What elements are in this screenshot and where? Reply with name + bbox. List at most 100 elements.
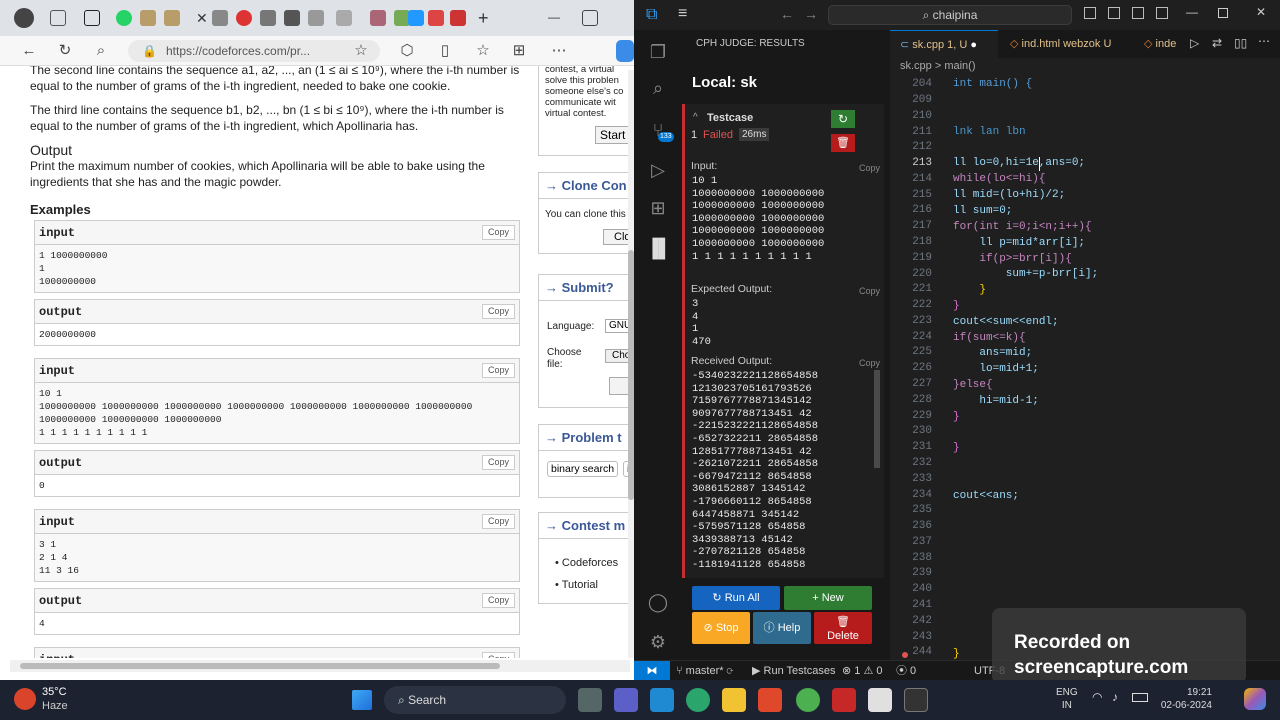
close-icon[interactable]: ✕ [1256, 5, 1266, 19]
favorites-icon[interactable]: ☆ [472, 40, 494, 62]
refresh-icon[interactable]: ↻ [54, 40, 76, 62]
terminal-icon[interactable] [904, 688, 928, 712]
remote-icon[interactable]: ⧓ [634, 661, 670, 681]
tab-icon[interactable] [370, 10, 386, 26]
explorer-icon[interactable]: ❐ [646, 40, 670, 64]
layout-panel-icon[interactable] [1108, 7, 1120, 19]
file-explorer-icon[interactable] [722, 688, 746, 712]
extensions-icon[interactable]: ⊞ [646, 196, 670, 220]
stop-button[interactable]: ⊘ Stop [692, 612, 750, 644]
task-view-icon[interactable] [578, 688, 602, 712]
app-icon[interactable] [758, 688, 782, 712]
copilot-icon[interactable] [616, 40, 634, 62]
nav-forward-icon[interactable]: → [804, 6, 818, 22]
received-output[interactable]: -5340232221128654858 1213023705161793526… [692, 370, 818, 572]
tab-icon[interactable] [450, 10, 466, 26]
search-icon[interactable]: ⌕ [90, 40, 112, 62]
split-editor-icon[interactable]: ▯▯ [1234, 36, 1247, 50]
run-debug-icon[interactable]: ▷ [646, 158, 670, 182]
minimize-icon[interactable]: — [548, 10, 564, 26]
testcase-input[interactable]: 10 1 1000000000 1000000000 1000000000 10… [692, 175, 824, 263]
expected-output[interactable]: 3 4 1 470 [692, 298, 711, 348]
maximize-icon[interactable] [582, 10, 598, 26]
back-icon[interactable]: ← [18, 40, 40, 62]
copy-button[interactable]: Copy [481, 593, 515, 608]
account-icon[interactable]: ◯ [646, 590, 670, 614]
copy-button[interactable]: Copy [481, 304, 515, 319]
weather-widget[interactable]: 35°C Haze [14, 684, 104, 716]
run-all-button[interactable]: ↻ Run All [692, 586, 780, 610]
problems-status[interactable]: ⊗ 1 ⚠ 0 [842, 661, 882, 681]
collections-icon[interactable]: ⊞ [508, 40, 530, 62]
delete-button[interactable]: 🗑 Delete [814, 612, 872, 644]
maximize-icon[interactable] [1218, 8, 1228, 18]
link-tutorial[interactable]: • Tutorial [549, 573, 604, 597]
layout-sidebar-icon[interactable] [1084, 7, 1096, 19]
tab-icon[interactable] [140, 10, 156, 26]
favorite-icon[interactable]: ☆ [350, 40, 372, 62]
tab-icon[interactable] [164, 10, 180, 26]
tab-icon[interactable] [284, 10, 300, 26]
tab-icon[interactable] [408, 10, 424, 26]
manage-gear-icon[interactable]: ⚙ [646, 630, 670, 654]
copy-button[interactable]: Copy [481, 225, 515, 240]
copy-input-button[interactable]: Copy [859, 163, 880, 173]
language-indicator[interactable]: ENG IN [1056, 686, 1078, 712]
ports-status[interactable]: ⦿ 0 [896, 661, 916, 681]
delete-testcase-button[interactable]: 🗑 [831, 134, 855, 152]
wifi-icon[interactable]: ◠ [1092, 690, 1102, 704]
layout-secondary-icon[interactable] [1132, 7, 1144, 19]
start-icon[interactable] [352, 690, 372, 710]
search-icon[interactable]: ⌕ [646, 76, 670, 100]
menu-icon[interactable]: ≡ [678, 5, 687, 23]
tab-inde[interactable]: ◇ inde [1134, 30, 1186, 58]
tab-actions-icon[interactable] [50, 10, 66, 26]
branch-status[interactable]: ⑂ master* ⟳ [676, 661, 733, 681]
copy-received-button[interactable]: Copy [859, 358, 880, 368]
minimize-icon[interactable]: — [1186, 5, 1198, 19]
customize-layout-icon[interactable] [1156, 7, 1168, 19]
cph-judge-icon[interactable]: ▐▌ [646, 236, 672, 260]
vertical-tabs-icon[interactable] [84, 10, 100, 26]
copy-button[interactable]: Copy [481, 514, 515, 529]
clock[interactable]: 19:21 02-06-2024 [1156, 686, 1212, 712]
editor-actions-icon[interactable]: ⇄ [1212, 36, 1222, 50]
vscode-taskbar-icon[interactable] [650, 688, 674, 712]
tab-sk-cpp[interactable]: ⊂ sk.cpp 1, U ● [890, 30, 998, 58]
command-center-search[interactable]: ⌕ chaipina [828, 5, 1072, 25]
more-actions-icon[interactable]: ⋯ [1258, 34, 1270, 48]
chrome-icon[interactable] [796, 688, 820, 712]
url-bar[interactable]: 🔒 https://codeforces.com/pr... [128, 40, 380, 62]
security-icon[interactable] [832, 688, 856, 712]
run-testcases-status[interactable]: ▶ Run Testcases [752, 661, 835, 681]
tag-binary-search[interactable]: binary search [547, 461, 619, 477]
run-code-icon[interactable]: ▷ [1190, 36, 1199, 50]
copy-button[interactable]: Copy [481, 455, 515, 470]
received-scrollbar[interactable] [874, 370, 880, 468]
collapse-icon[interactable]: ^ [693, 112, 698, 123]
tab-icon[interactable] [236, 10, 252, 26]
extensions-icon[interactable]: ⬡ [396, 40, 418, 62]
new-testcase-button[interactable]: + New [784, 586, 872, 610]
profile-icon[interactable] [14, 8, 34, 28]
new-tab-icon[interactable]: + [478, 9, 494, 27]
edge-icon[interactable] [686, 688, 710, 712]
split-screen-icon[interactable]: ▯ [434, 40, 456, 62]
settings-icon[interactable]: ⋯ [548, 40, 570, 62]
tab-icon[interactable] [336, 10, 352, 26]
taskbar-search[interactable]: ⌕ Search [384, 686, 566, 714]
browser-horizontal-scrollbar[interactable] [10, 660, 630, 672]
tab-icon[interactable] [260, 10, 276, 26]
copilot-taskbar-icon[interactable] [1244, 688, 1266, 710]
tab-icon[interactable] [308, 10, 324, 26]
copy-button[interactable]: Copy [481, 652, 515, 658]
help-button[interactable]: ⓘ Help [753, 612, 811, 644]
tab-whatsapp-icon[interactable] [116, 10, 132, 26]
nav-back-icon[interactable]: ← [780, 6, 794, 22]
rerun-button[interactable]: ↻ [831, 110, 855, 128]
battery-icon[interactable] [1132, 693, 1148, 702]
link-codeforces[interactable]: • Codeforces [549, 551, 624, 575]
breadcrumb[interactable]: sk.cpp > main() [900, 60, 976, 72]
close-tab-icon[interactable]: ✕ [196, 10, 212, 26]
horizontal-scrollbar-thumb[interactable] [20, 663, 500, 669]
